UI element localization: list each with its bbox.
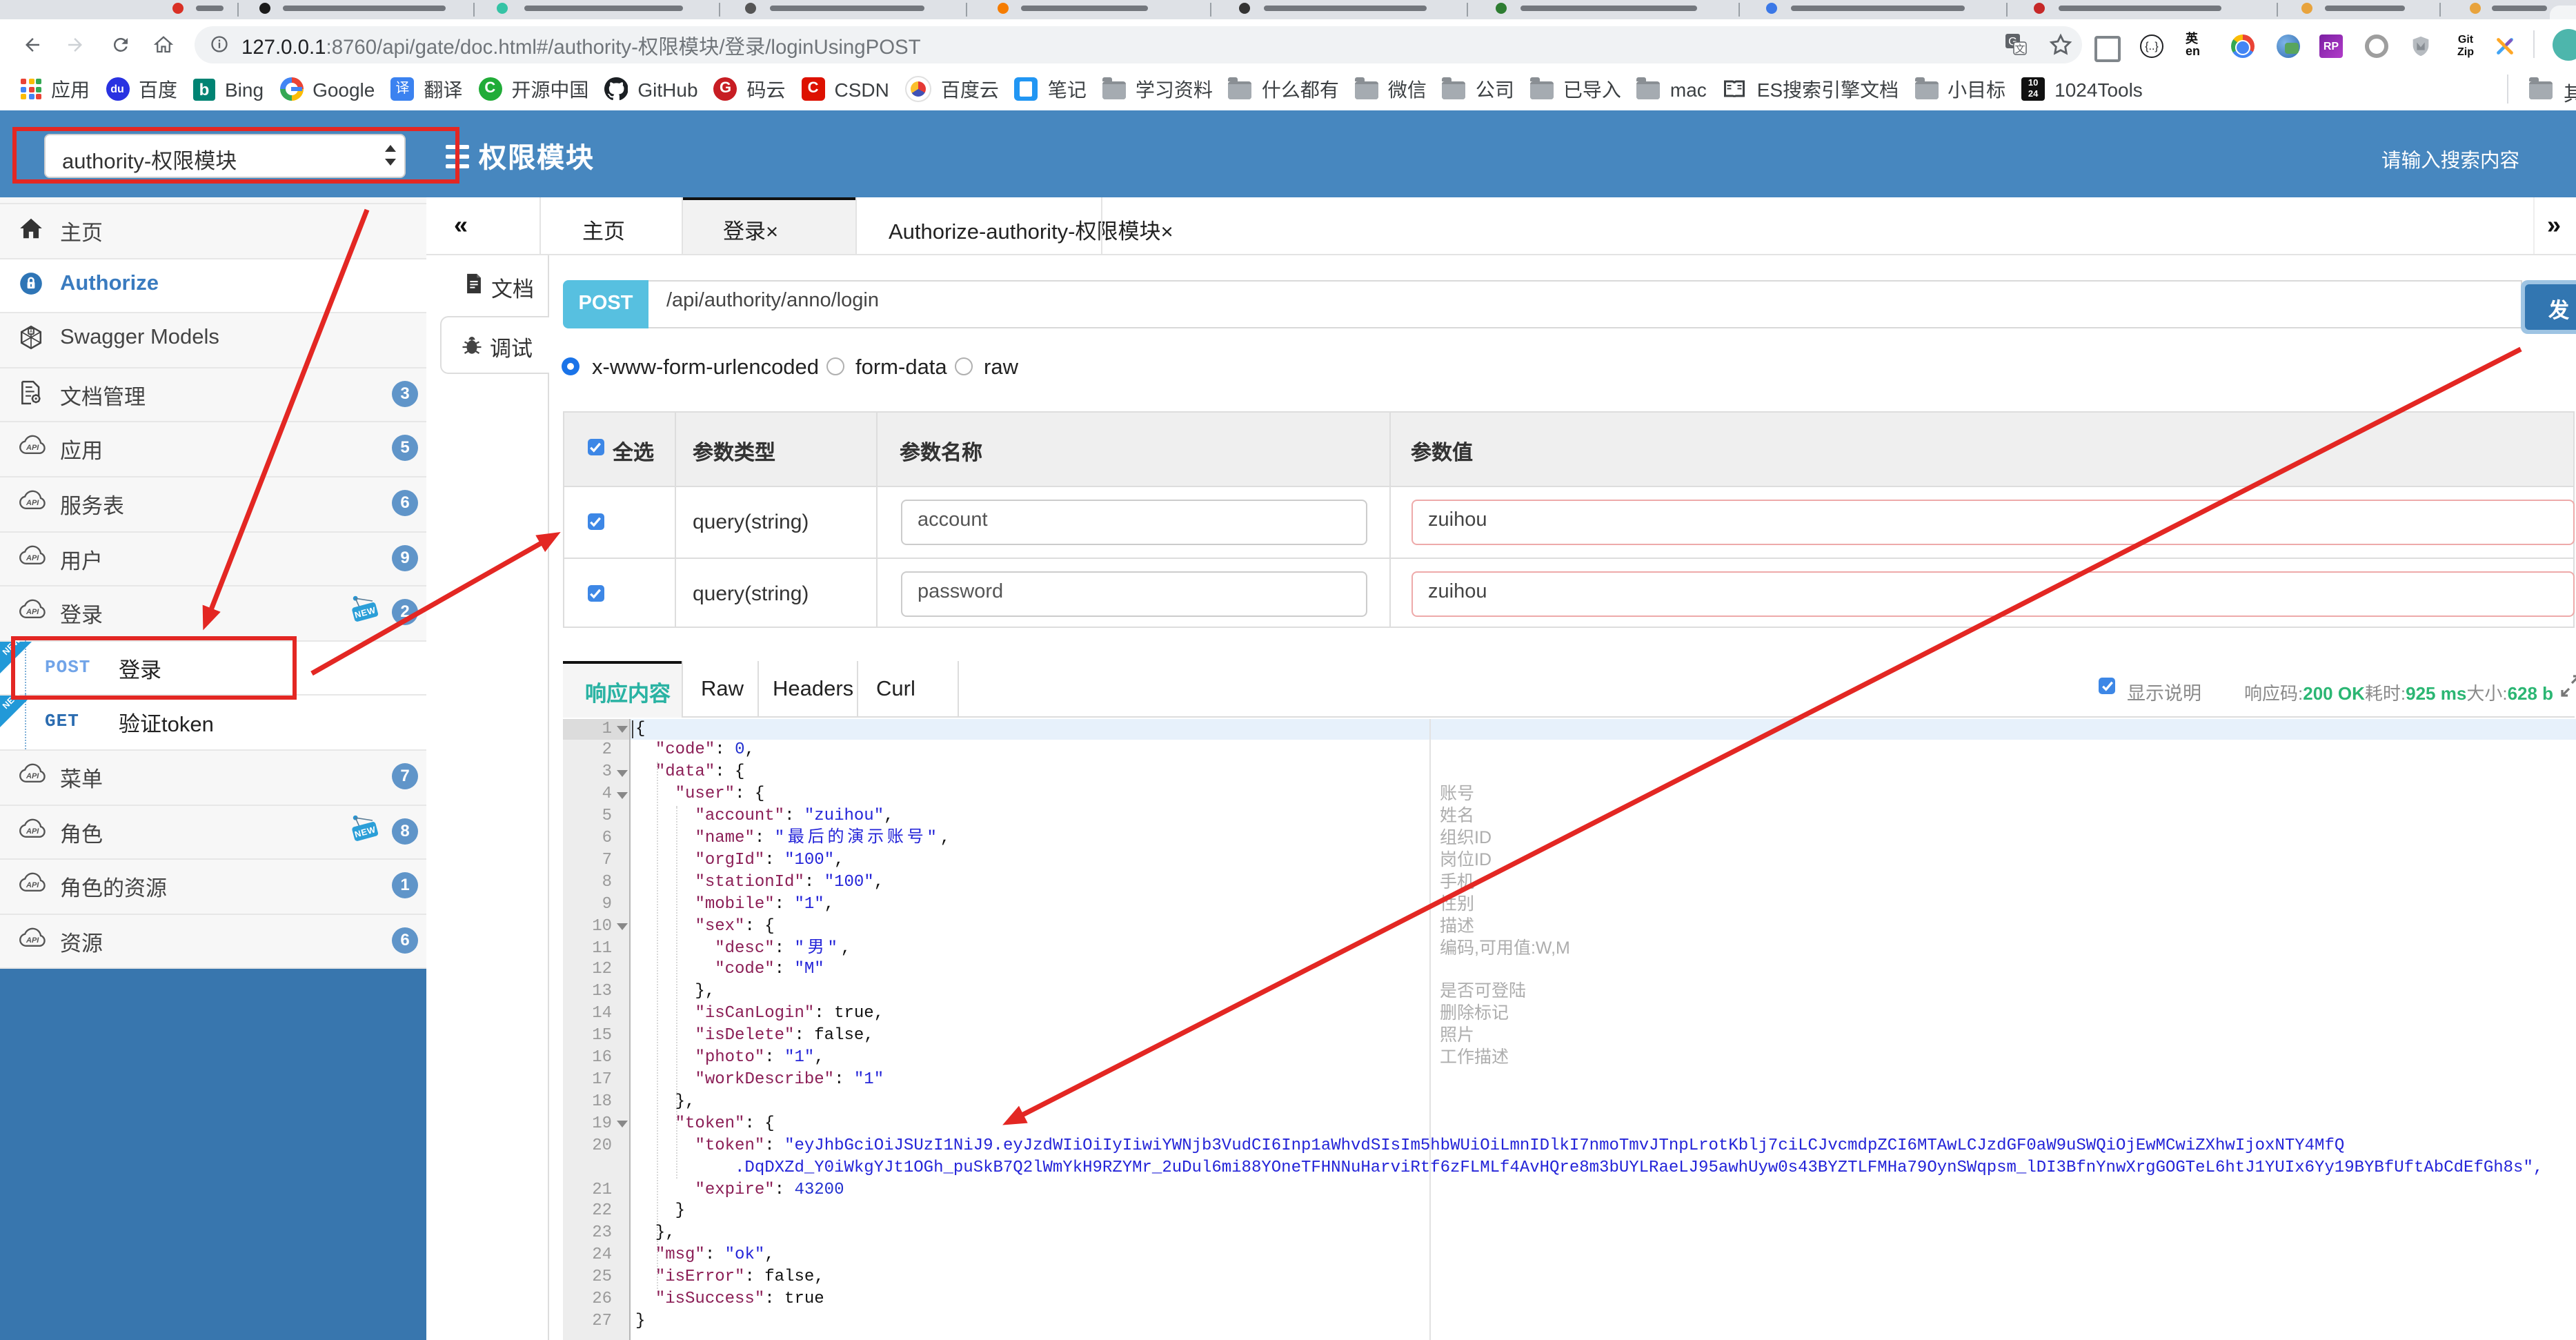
svg-text:API: API	[26, 881, 39, 889]
svg-text:API: API	[26, 772, 39, 780]
svg-text:API: API	[26, 827, 39, 835]
svg-text:API: API	[26, 444, 39, 453]
svg-text:文: 文	[2014, 43, 2025, 55]
svg-text:API: API	[26, 499, 39, 507]
svg-text:API: API	[26, 553, 39, 562]
svg-text:API: API	[26, 608, 39, 616]
svg-text:API: API	[26, 936, 39, 945]
svg-text:A: A	[30, 329, 33, 335]
